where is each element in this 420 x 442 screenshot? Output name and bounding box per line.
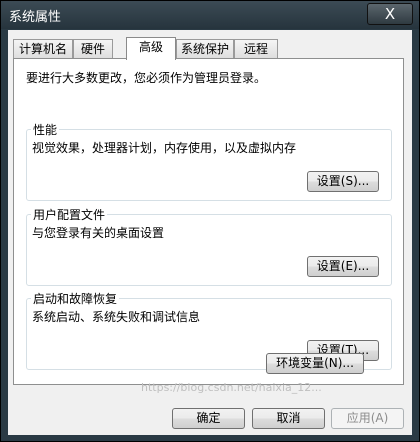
close-button[interactable]: X [367, 3, 413, 25]
admin-notice: 要进行大多数更改，您必须作为管理员登录。 [26, 71, 267, 85]
apply-button[interactable]: 应用(A) [331, 408, 404, 429]
performance-settings-button[interactable]: 设置(S)... [307, 171, 379, 192]
performance-group: 性能 视觉效果，处理器计划，内存使用，以及虚拟内存 设置(S)... [26, 121, 392, 201]
tab-system-protection[interactable]: 系统保护 [176, 39, 234, 58]
tab-hardware[interactable]: 硬件 [73, 39, 113, 58]
ok-button[interactable]: 确定 [172, 408, 245, 429]
performance-group-title: 性能 [31, 121, 60, 138]
user-profiles-group-desc: 与您登录有关的桌面设置 [32, 226, 165, 240]
title-bar[interactable]: 系统属性 X [1, 1, 419, 29]
cancel-button[interactable]: 取消 [252, 408, 325, 429]
user-profiles-settings-button[interactable]: 设置(E)... [307, 256, 379, 277]
environment-variables-button[interactable]: 环境变量(N)... [266, 353, 364, 374]
startup-recovery-group-title: 启动和故障恢复 [31, 290, 120, 307]
tab-computer-name[interactable]: 计算机名 [13, 39, 73, 58]
system-properties-window: 系统属性 X 计算机名 硬件 高级 系统保护 远程 要进行大多数更改，您必须作为… [0, 0, 420, 442]
close-icon: X [384, 5, 396, 23]
advanced-tab-panel: 要进行大多数更改，您必须作为管理员登录。 性能 视觉效果，处理器计划，内存使用，… [13, 58, 404, 385]
tab-advanced[interactable]: 高级 [126, 37, 176, 60]
user-profiles-group-title: 用户配置文件 [31, 206, 108, 223]
performance-group-desc: 视觉效果，处理器计划，内存使用，以及虚拟内存 [32, 141, 297, 155]
dialog-client-area: 计算机名 硬件 高级 系统保护 远程 要进行大多数更改，您必须作为管理员登录。 … [8, 30, 412, 435]
startup-recovery-group-desc: 系统启动、系统失败和调试信息 [32, 310, 201, 324]
tab-remote[interactable]: 远程 [234, 39, 278, 58]
window-title: 系统属性 [9, 10, 62, 25]
user-profiles-group: 用户配置文件 与您登录有关的桌面设置 设置(E)... [26, 206, 392, 286]
